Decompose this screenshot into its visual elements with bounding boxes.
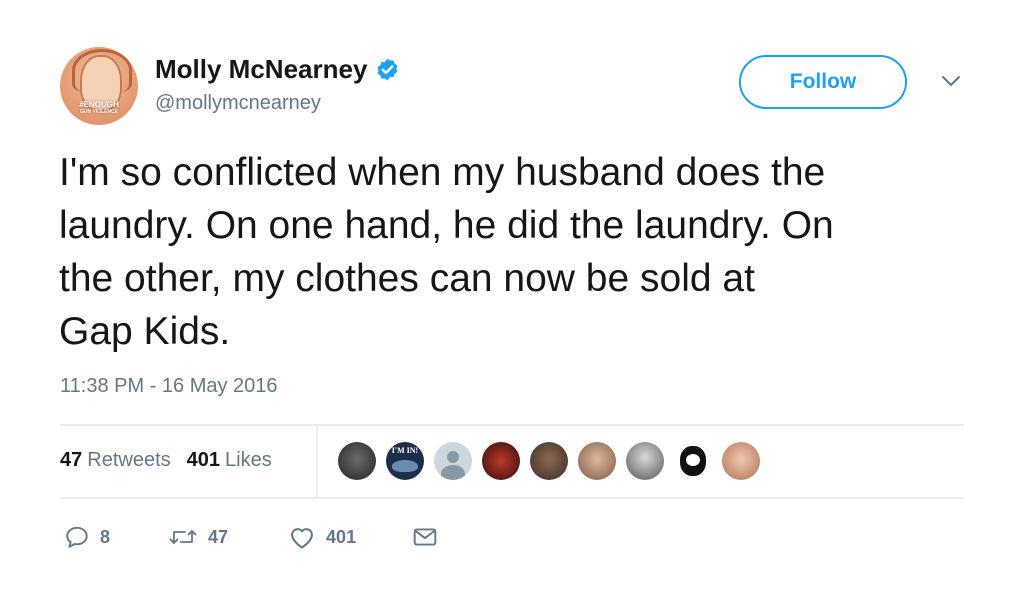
likes-label: Likes (225, 449, 272, 471)
retweets-count: 47 (60, 449, 83, 471)
seahawks-logo-shape (392, 460, 418, 472)
retweets-label: Retweets (87, 449, 171, 471)
divider-bottom (60, 497, 964, 499)
avatar-badge-text: #ENOUGH GUN VIOLENCE (70, 100, 128, 116)
author-handle[interactable]: @mollymcnearney (155, 92, 321, 115)
tweet-card: #ENOUGH GUN VIOLENCE Molly McNearney @mo… (0, 0, 1024, 597)
liker-avatar[interactable]: I'M IN! (386, 442, 424, 480)
chevron-down-icon[interactable] (940, 73, 962, 89)
like-button[interactable]: 401 (288, 524, 356, 550)
like-count: 401 (326, 526, 357, 547)
author-avatar[interactable]: #ENOUGH GUN VIOLENCE (60, 47, 138, 125)
likers-avatar-list: I'M IN! (338, 442, 760, 480)
reply-button[interactable]: 8 (64, 524, 110, 550)
tweet-stats: 47 Retweets 401 Likes (60, 449, 272, 472)
liker-avatar[interactable] (674, 442, 712, 480)
avatar-badge-main: #ENOUGH (79, 100, 119, 109)
likes-stat[interactable]: 401 Likes (187, 449, 272, 472)
retweet-icon (169, 530, 197, 544)
envelope-icon (413, 528, 437, 546)
tweet-text: I'm so conflicted when my husband does t… (59, 151, 834, 353)
retweets-stat[interactable]: 47 Retweets (60, 449, 171, 472)
reply-icon (66, 526, 88, 548)
reply-count: 8 (100, 526, 111, 547)
default-avatar-head (447, 451, 459, 463)
liker-avatar[interactable] (578, 442, 616, 480)
tweet-actions: 8 47 401 (64, 524, 438, 550)
likes-count: 401 (186, 449, 220, 471)
liker-avatar[interactable] (722, 442, 760, 480)
liker-avatar[interactable] (530, 442, 568, 480)
avatar-badge-sub: GUN VIOLENCE (79, 109, 119, 115)
liker-avatar[interactable] (482, 442, 520, 480)
retweet-button[interactable]: 47 (168, 524, 228, 550)
heart-icon (291, 528, 314, 549)
follow-button[interactable]: Follow (739, 55, 907, 109)
stats-divider (316, 426, 318, 498)
liker-avatar-text: I'M IN! (391, 446, 419, 455)
direct-message-button[interactable] (412, 525, 438, 549)
author-name[interactable]: Molly McNearney (155, 54, 367, 85)
tweet-timestamp[interactable]: 11:38 PM - 16 May 2016 (60, 375, 278, 398)
liker-avatar[interactable] (626, 442, 664, 480)
author-name-row[interactable]: Molly McNearney (155, 54, 400, 85)
default-avatar-body (441, 465, 465, 480)
retweet-count: 47 (208, 526, 229, 547)
default-avatar-icon[interactable] (434, 442, 472, 480)
divider-top (60, 424, 964, 426)
verified-badge-icon (378, 58, 398, 81)
liker-avatar[interactable] (338, 442, 376, 480)
liker-avatar-shape (686, 454, 700, 466)
